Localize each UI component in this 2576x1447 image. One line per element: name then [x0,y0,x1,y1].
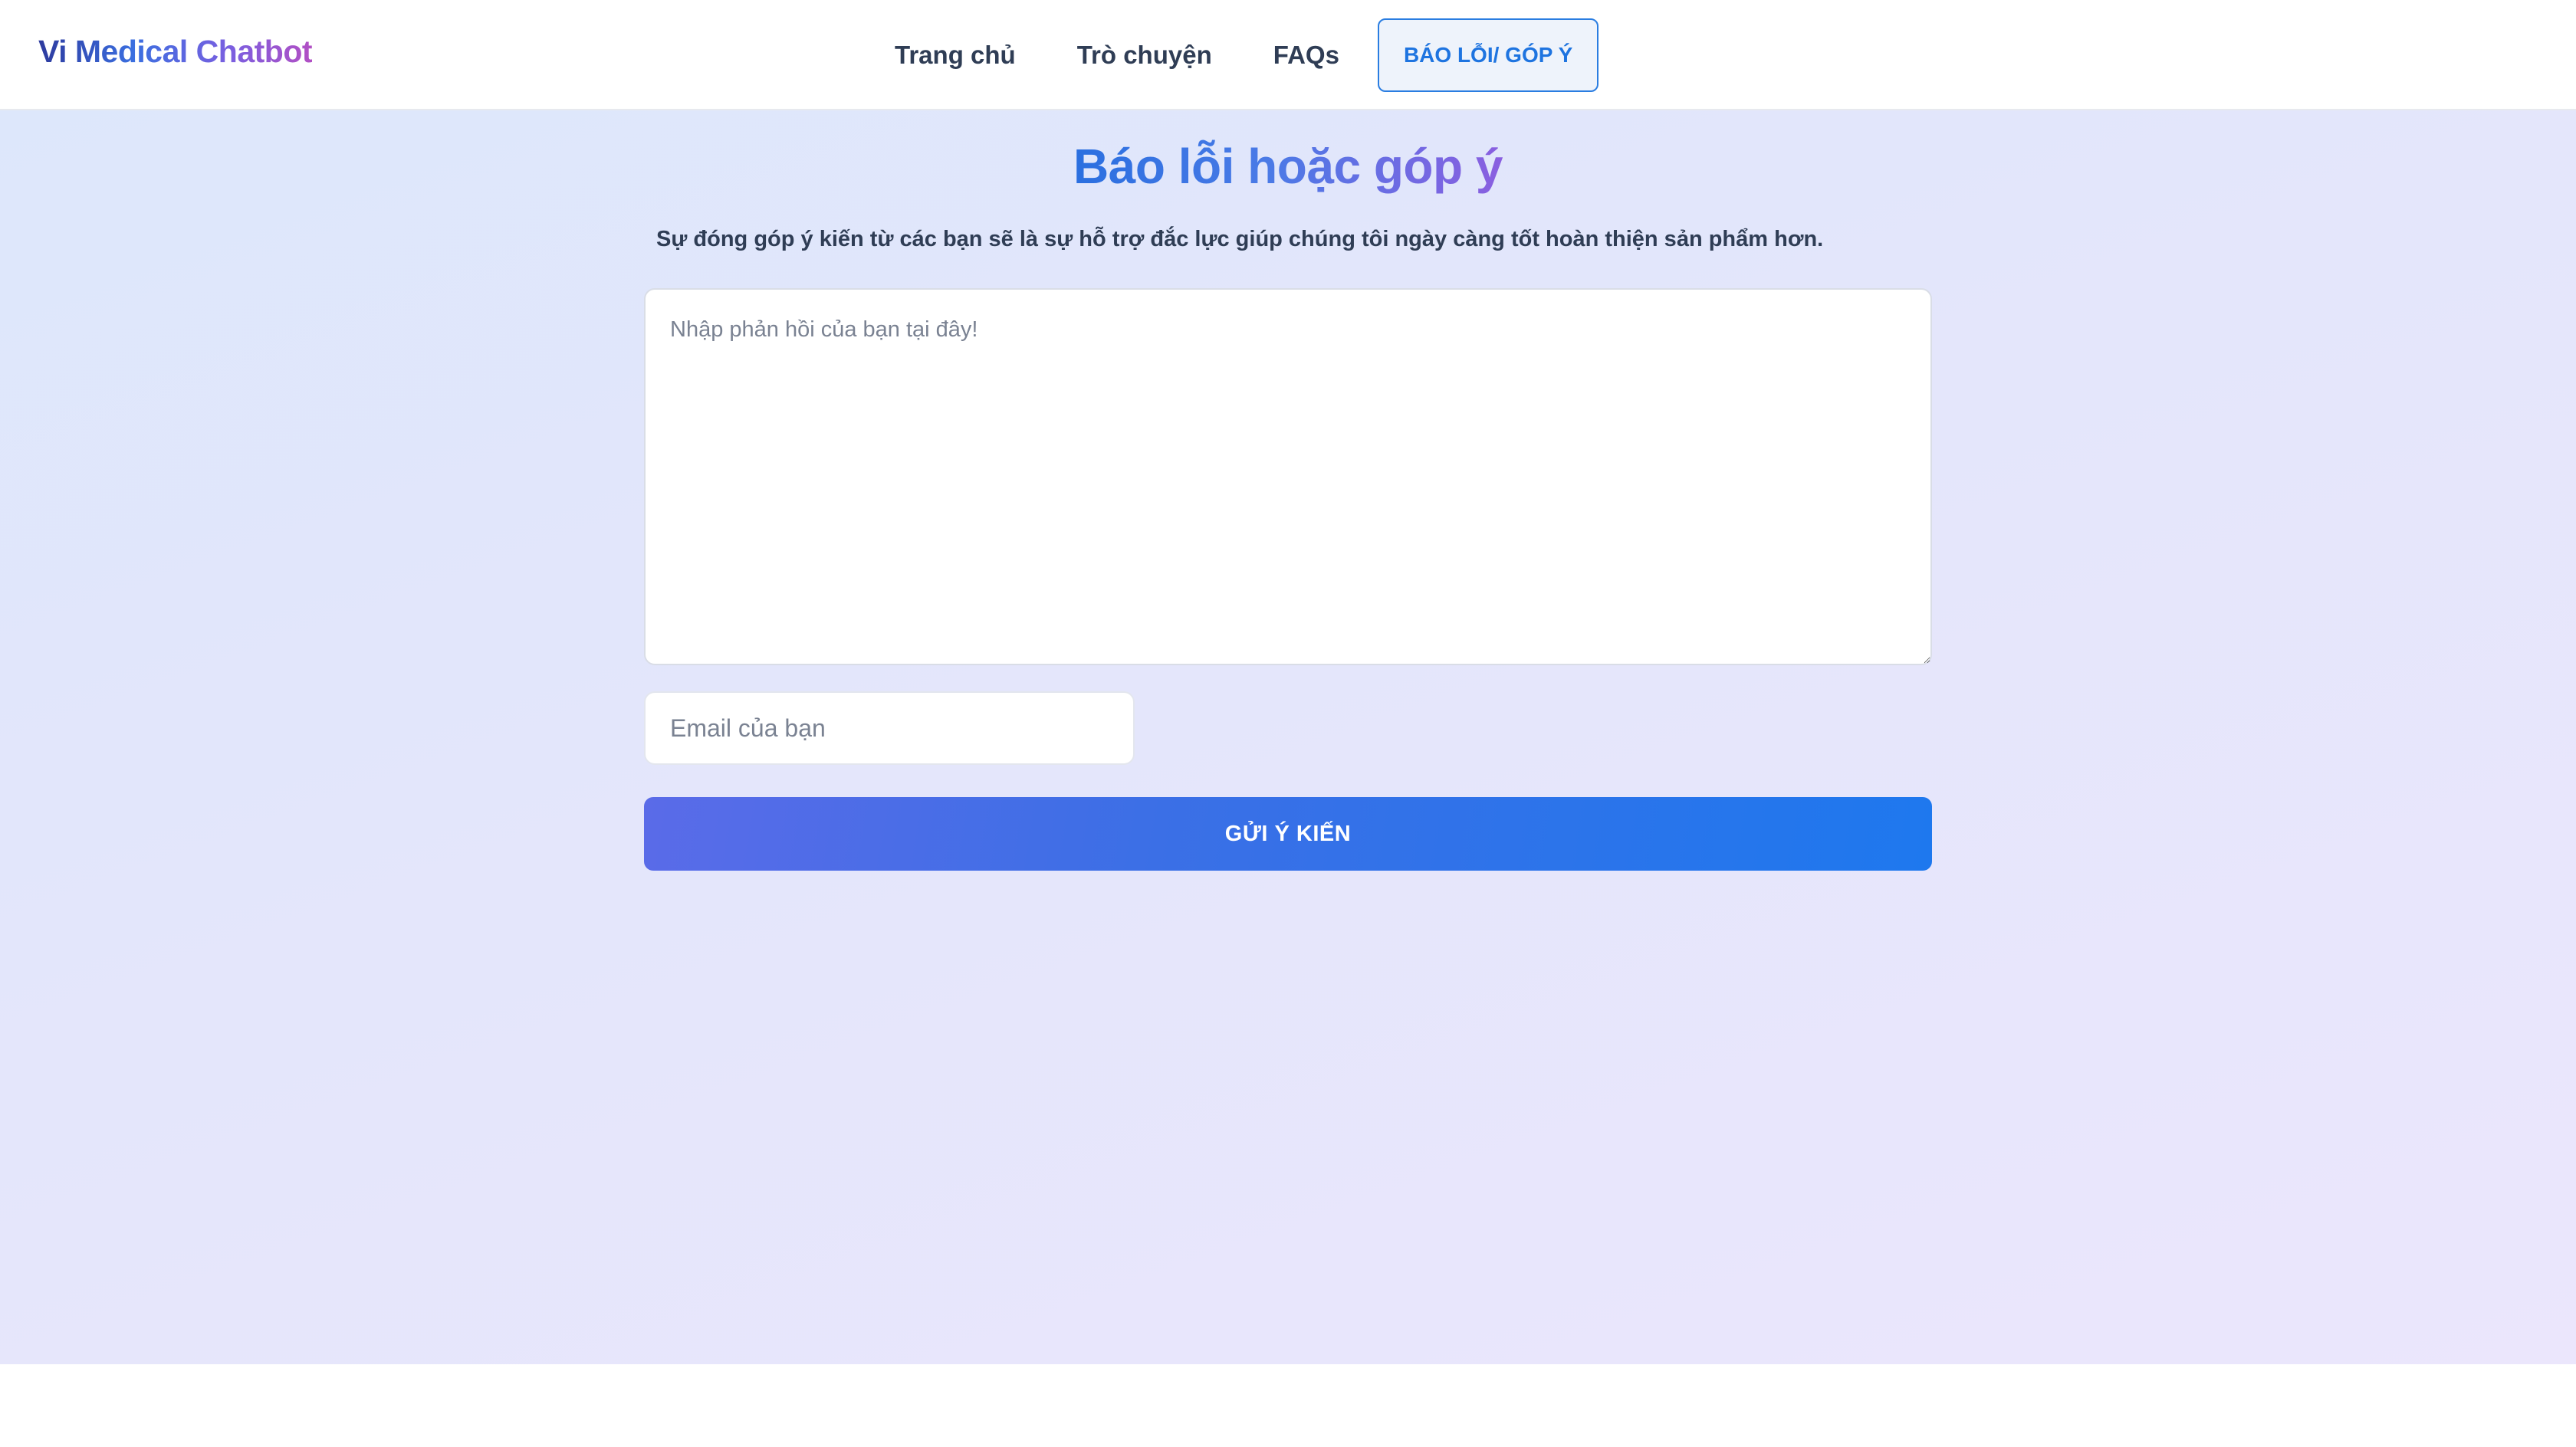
page-footer [0,1364,2576,1447]
feedback-textarea[interactable] [644,288,1932,665]
nav-link-feedback-active[interactable]: BÁO LỖI/ GÓP Ý [1377,18,1599,92]
nav-link-home[interactable]: Trang chủ [874,41,1046,70]
nav-link-chat[interactable]: Trò chuyện [1046,41,1243,70]
page-subtitle: Sự đóng góp ý kiến từ các bạn sẽ là sự h… [656,227,1824,251]
brand-logo[interactable]: Vi Medical Chatbot [38,34,313,70]
submit-feedback-button[interactable]: GỬI Ý KIẾN [644,797,1932,871]
page-title: Báo lỗi hoặc góp ý [0,138,2576,195]
main-nav: Trang chủ Trò chuyện FAQs BÁO LỖI/ GÓP Ý [874,18,1599,92]
page-title-text: Báo lỗi hoặc góp ý [1073,139,1503,194]
top-navbar: Vi Medical Chatbot Trang chủ Trò chuyện … [0,0,2576,110]
email-field[interactable] [644,691,1135,765]
nav-link-faqs[interactable]: FAQs [1243,41,1370,70]
